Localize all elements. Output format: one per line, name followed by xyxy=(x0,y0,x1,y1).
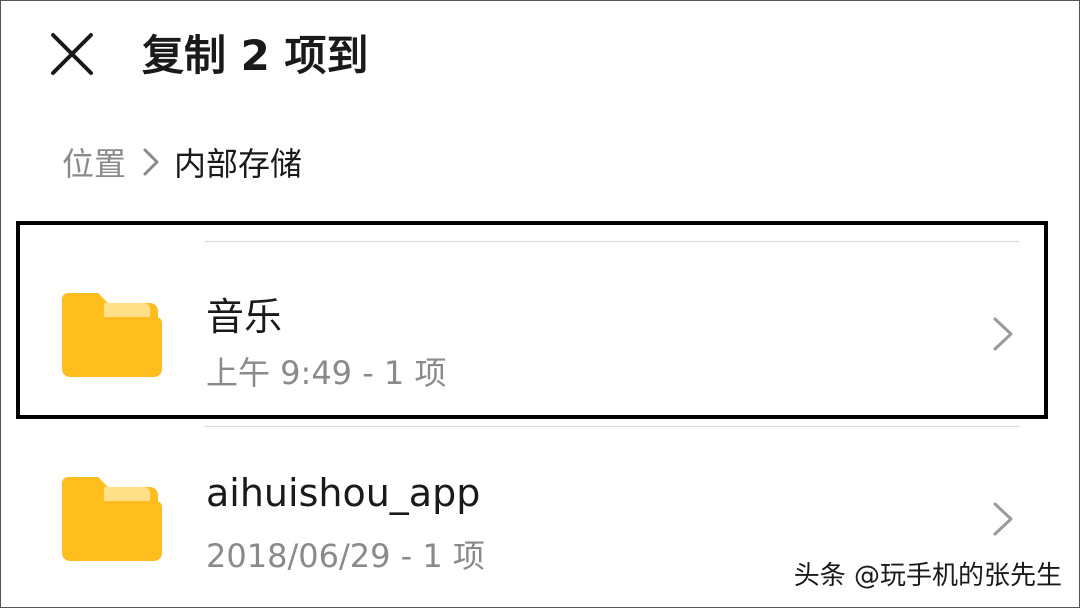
chevron-right-icon xyxy=(142,147,160,177)
folder-icon xyxy=(62,477,162,561)
close-icon xyxy=(51,33,93,75)
folder-name: aihuishou_app xyxy=(206,471,481,515)
chevron-right-icon xyxy=(993,317,1013,351)
breadcrumb-root[interactable]: 位置 xyxy=(62,139,126,185)
watermark: 头条 @玩手机的张先生 xyxy=(793,561,1062,591)
breadcrumb-current: 内部存储 xyxy=(174,145,303,183)
close-button[interactable] xyxy=(48,30,96,78)
folder-meta: 上午 9:49 - 1 项 xyxy=(206,354,447,392)
breadcrumb: 位置 内部存储 xyxy=(62,138,302,186)
folder-row-music[interactable]: 音乐 上午 9:49 - 1 项 xyxy=(20,242,1044,422)
folder-meta: 2018/06/29 - 1 项 xyxy=(206,537,485,575)
page-title: 复制 2 项到 xyxy=(142,31,369,80)
folder-icon xyxy=(62,293,162,377)
chevron-right-icon xyxy=(993,502,1013,536)
folder-name: 音乐 xyxy=(206,295,283,339)
